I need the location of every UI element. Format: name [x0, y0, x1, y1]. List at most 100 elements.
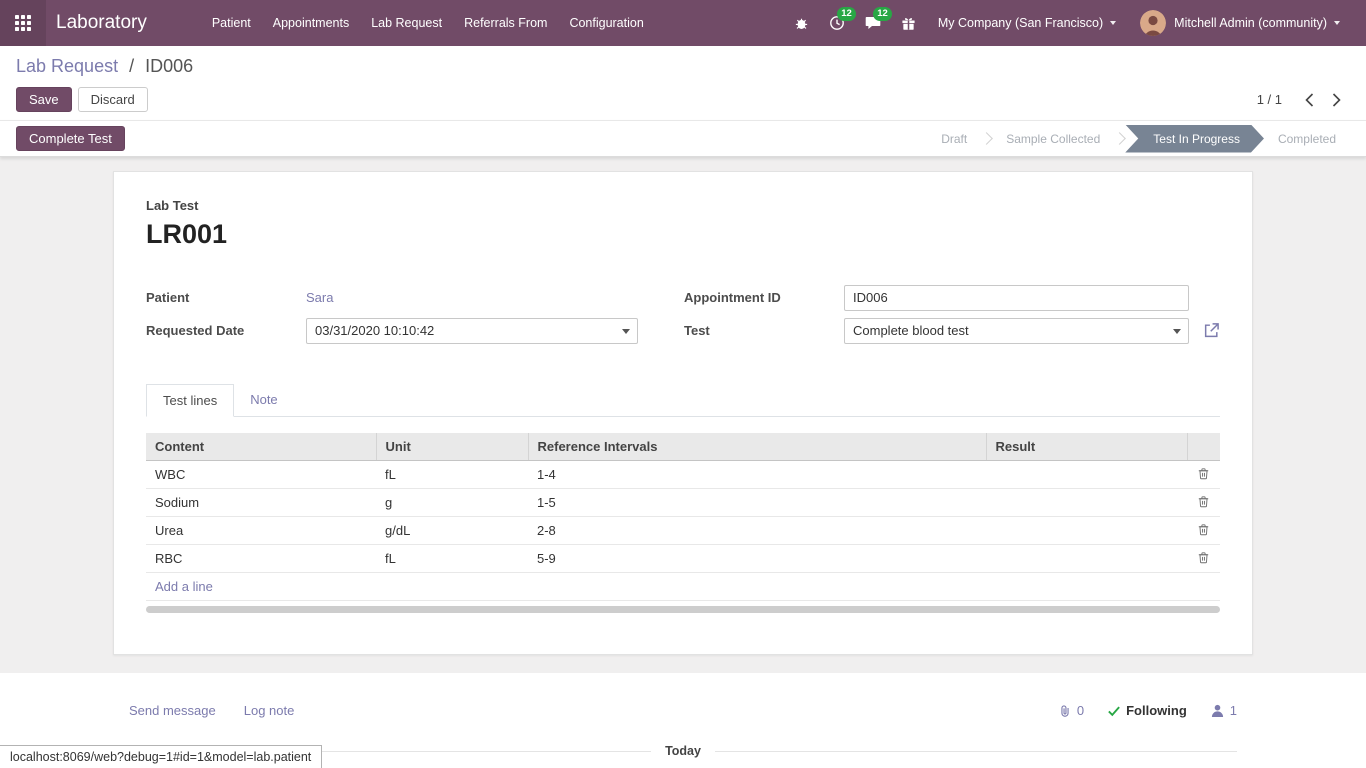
debug-menu[interactable] — [784, 0, 819, 46]
test-field: Test Complete blood test — [684, 317, 1220, 344]
status-step-sample-collected[interactable]: Sample Collected — [992, 125, 1114, 153]
tab-test-lines[interactable]: Test lines — [146, 384, 234, 417]
table-header-row: Content Unit Reference Intervals Result — [146, 433, 1220, 461]
menu-configuration[interactable]: Configuration — [558, 0, 654, 46]
column-header-unit[interactable]: Unit — [376, 433, 528, 461]
user-menu[interactable]: Mitchell Admin (community) — [1128, 0, 1352, 46]
status-step-test-in-progress[interactable]: Test In Progress — [1125, 125, 1264, 153]
cell-result[interactable] — [986, 545, 1187, 573]
table-row[interactable]: WBC fL 1-4 — [146, 461, 1220, 489]
cell-result[interactable] — [986, 461, 1187, 489]
pager-prev-button[interactable] — [1296, 89, 1323, 111]
gift-menu[interactable] — [891, 0, 926, 46]
check-icon — [1108, 705, 1120, 717]
test-value: Complete blood test — [853, 323, 969, 338]
breadcrumb: Lab Request / ID006 — [16, 56, 1350, 77]
table-scrollbar[interactable] — [146, 606, 1220, 613]
apps-menu-button[interactable] — [0, 0, 46, 46]
menu-patient[interactable]: Patient — [201, 0, 262, 46]
appointment-id-label: Appointment ID — [684, 290, 844, 305]
attachments-button[interactable]: 0 — [1058, 703, 1084, 718]
send-message-button[interactable]: Send message — [129, 703, 216, 718]
cell-result[interactable] — [986, 517, 1187, 545]
add-line-link[interactable]: Add a line — [155, 579, 213, 594]
cell-reference[interactable]: 1-4 — [528, 461, 986, 489]
cell-reference[interactable]: 1-5 — [528, 489, 986, 517]
follower-count: 1 — [1230, 703, 1237, 718]
requested-date-label: Requested Date — [146, 323, 306, 338]
patient-label: Patient — [146, 290, 306, 305]
step-chevron-icon — [1113, 132, 1126, 145]
column-header-content[interactable]: Content — [146, 433, 376, 461]
chevron-down-icon — [622, 329, 630, 334]
cell-result[interactable] — [986, 489, 1187, 517]
notebook-tabs: Test lines Note — [146, 384, 1220, 417]
app-brand[interactable]: Laboratory — [46, 12, 161, 34]
sheet-label: Lab Test — [146, 198, 1220, 213]
table-row[interactable]: Sodium g 1-5 — [146, 489, 1220, 517]
delete-row-icon[interactable] — [1198, 551, 1209, 564]
step-chevron-icon — [980, 132, 993, 145]
pager-next-button[interactable] — [1323, 89, 1350, 111]
cell-unit[interactable]: fL — [376, 461, 528, 489]
cell-content[interactable]: RBC — [146, 545, 376, 573]
status-step-completed[interactable]: Completed — [1264, 125, 1350, 153]
tab-note[interactable]: Note — [234, 384, 293, 416]
column-header-actions — [1187, 433, 1220, 461]
notebook: Test lines Note Content Unit Reference I… — [146, 384, 1220, 613]
requested-date-field: Requested Date 03/31/2020 10:10:42 — [146, 317, 640, 344]
pager: 1 / 1 — [1257, 89, 1350, 111]
cell-unit[interactable]: fL — [376, 545, 528, 573]
chatter-topbar: Send message Log note 0 Following — [129, 703, 1237, 718]
log-note-button[interactable]: Log note — [244, 703, 295, 718]
form-view: Lab Test LR001 Patient Sara Appointment … — [0, 157, 1366, 673]
open-record-button[interactable] — [1203, 322, 1220, 339]
paperclip-icon — [1058, 704, 1072, 718]
external-link-icon — [1203, 322, 1220, 339]
delete-row-icon[interactable] — [1198, 523, 1209, 536]
field-grid: Patient Sara Appointment ID Requested Da… — [146, 284, 1220, 344]
link-preview-tooltip: localhost:8069/web?debug=1#id=1&model=la… — [0, 745, 322, 768]
cell-unit[interactable]: g — [376, 489, 528, 517]
menu-lab-request[interactable]: Lab Request — [360, 0, 453, 46]
cell-content[interactable]: Urea — [146, 517, 376, 545]
menu-appointments[interactable]: Appointments — [262, 0, 360, 46]
chevron-right-icon — [1332, 93, 1341, 107]
person-icon — [1211, 704, 1224, 717]
cell-content[interactable]: WBC — [146, 461, 376, 489]
company-switcher[interactable]: My Company (San Francisco) — [926, 0, 1128, 46]
cell-reference[interactable]: 5-9 — [528, 545, 986, 573]
menu-referrals-from[interactable]: Referrals From — [453, 0, 558, 46]
delete-row-icon[interactable] — [1198, 467, 1209, 480]
divider-label: Today — [651, 744, 715, 758]
status-step-draft[interactable]: Draft — [927, 125, 981, 153]
table-row[interactable]: RBC fL 5-9 — [146, 545, 1220, 573]
requested-date-select[interactable]: 03/31/2020 10:10:42 — [306, 318, 638, 344]
table-row[interactable]: Urea g/dL 2-8 — [146, 517, 1220, 545]
patient-link[interactable]: Sara — [306, 290, 333, 305]
discard-button[interactable]: Discard — [78, 87, 148, 112]
cell-unit[interactable]: g/dL — [376, 517, 528, 545]
cell-content[interactable]: Sodium — [146, 489, 376, 517]
delete-row-icon[interactable] — [1198, 495, 1209, 508]
message-count-badge: 12 — [873, 7, 892, 21]
breadcrumb-parent[interactable]: Lab Request — [16, 56, 118, 76]
breadcrumb-separator: / — [129, 56, 134, 76]
messages-menu[interactable]: 12 — [855, 0, 891, 46]
apps-grid-icon — [15, 15, 31, 31]
appointment-id-input[interactable] — [844, 285, 1189, 311]
test-select[interactable]: Complete blood test — [844, 318, 1189, 344]
attachment-count: 0 — [1077, 703, 1084, 718]
cell-reference[interactable]: 2-8 — [528, 517, 986, 545]
save-button[interactable]: Save — [16, 87, 72, 112]
company-name: My Company (San Francisco) — [938, 16, 1103, 30]
add-line-row: Add a line — [146, 573, 1220, 601]
column-header-result[interactable]: Result — [986, 433, 1187, 461]
column-header-reference-intervals[interactable]: Reference Intervals — [528, 433, 986, 461]
following-button[interactable]: Following — [1108, 703, 1187, 718]
followers-button[interactable]: 1 — [1211, 703, 1237, 718]
complete-test-button[interactable]: Complete Test — [16, 126, 125, 151]
record-title: LR001 — [146, 219, 1220, 250]
activities-menu[interactable]: 12 — [819, 0, 855, 46]
avatar — [1140, 10, 1166, 36]
